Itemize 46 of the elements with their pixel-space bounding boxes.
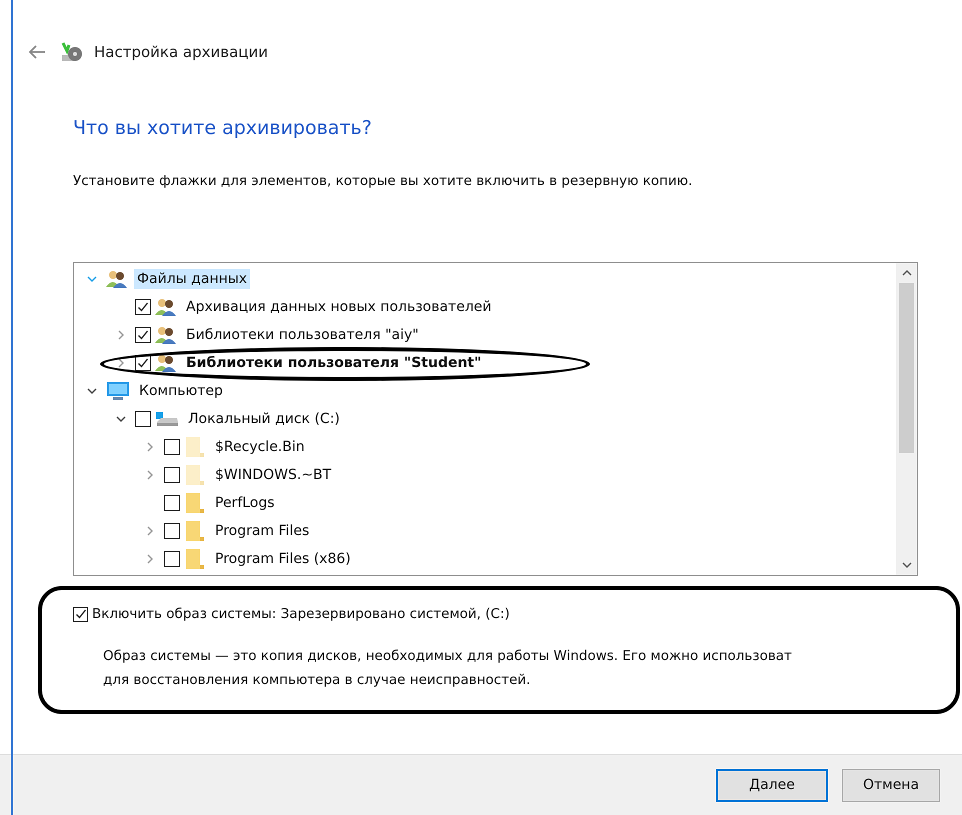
users-icon [155,354,177,372]
checkbox[interactable] [135,411,151,427]
tree-item[interactable]: Библиотеки пользователя "Student" [183,353,484,373]
description-text: Образ системы — это копия дисков, необходимых для работы Windows. Его можно использоват для восстановления компьютера в случае неисправностей. [103,647,793,690]
folder-icon [184,436,206,458]
checkbox[interactable] [164,439,180,455]
next-button[interactable]: Далее [716,768,828,802]
window-title: Настройка архивации [94,43,268,61]
tree-item[interactable]: $WINDOWS.~BT [212,465,334,485]
folder-icon [184,492,206,514]
checkbox[interactable] [135,299,151,315]
checkbox[interactable] [164,467,180,483]
tree-item[interactable]: Program Files (x86) [212,549,354,569]
folder-icon [184,548,206,570]
tree-item[interactable]: Компьютер [136,381,226,401]
folder-icon [184,520,206,542]
checkmark-icon [137,357,149,369]
tree-item[interactable]: Архивация данных новых пользователей [183,297,494,317]
checkbox[interactable] [164,551,180,567]
checkmark-icon [137,301,149,313]
scroll-down-icon[interactable] [902,561,912,569]
checkmark-icon [74,608,86,620]
scrollbar[interactable] [896,263,917,575]
users-icon [106,270,128,288]
tree-item[interactable]: Файлы данных [134,269,250,289]
checkmark-icon [137,329,149,341]
checkbox[interactable] [135,327,151,343]
tree-item[interactable]: PerfLogs [212,493,278,513]
users-icon [155,298,177,316]
checkbox[interactable] [73,606,88,622]
checkbox[interactable] [164,523,180,539]
tree-item[interactable]: Локальный диск (C:) [185,409,343,429]
page-heading: Что вы хотите архивировать? [73,117,373,141]
scroll-up-icon[interactable] [902,269,912,277]
tree-item[interactable]: Program Files [212,521,312,541]
cancel-button[interactable]: Отмена [842,768,940,802]
folder-icon [184,464,206,486]
checkbox[interactable] [164,495,180,511]
computer-icon [106,381,130,401]
users-icon [155,326,177,344]
instruction-text: Установите флажки для элементов, которые вы хотите включить в резервную копию. [73,173,694,189]
tree-item[interactable]: Библиотеки пользователя "aiy" [183,325,422,345]
checkbox-label: Включить образ системы: Зарезервировано системой, (C:) [92,606,510,622]
drive-icon [155,410,179,428]
tree-item[interactable]: $Recycle.Bin [212,437,308,457]
backup-icon [60,41,84,63]
